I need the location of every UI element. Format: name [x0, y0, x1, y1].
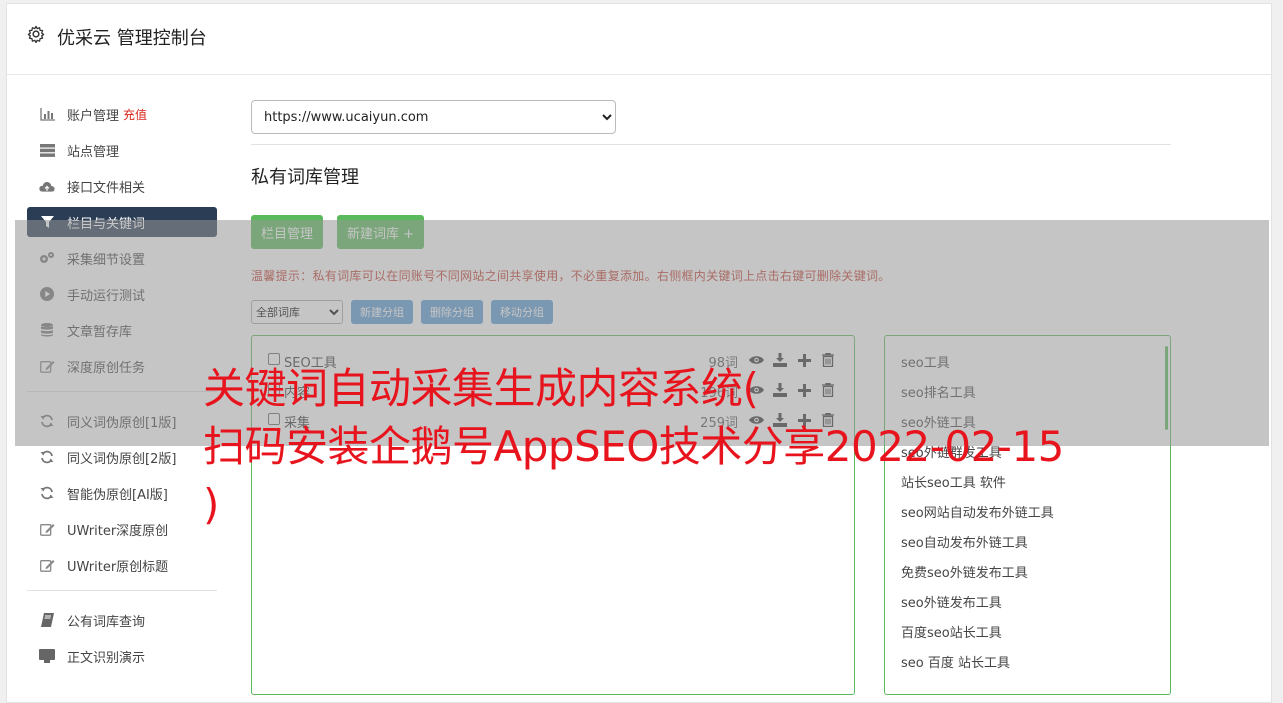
- sidebar-item-label: 公有词库查询: [67, 614, 146, 630]
- sidebar-item-collect-settings[interactable]: 采集细节设置: [27, 243, 217, 273]
- new-lexicon-button[interactable]: 新建词库 +: [337, 215, 425, 249]
- sidebar-item-label: 站点管理: [67, 144, 120, 160]
- sidebar-item-label: 同义词伪原创[1版]: [67, 415, 177, 431]
- refresh-icon: [39, 449, 55, 465]
- edit-icon: [39, 557, 55, 573]
- page-title: 私有词库管理: [251, 167, 359, 188]
- sidebar-item-label: 采集细节设置: [67, 252, 146, 268]
- keyword-item[interactable]: seo 百度 站长工具: [885, 646, 1170, 676]
- tip-text: 温馨提示：私有词库可以在同账号不同网站之间共享使用，不必重复添加。右侧框内关键词…: [251, 269, 891, 283]
- lexicon-filter-select[interactable]: 全部词库: [251, 300, 343, 324]
- move-group-button[interactable]: 移动分组: [491, 300, 553, 324]
- new-group-button[interactable]: 新建分组: [351, 300, 413, 324]
- keyword-item[interactable]: seo外链发布工具: [885, 586, 1170, 616]
- group-toolbar: 全部词库 新建分组 删除分组 移动分组: [251, 300, 1171, 324]
- sidebar-item-interface-files[interactable]: 接口文件相关: [27, 171, 217, 201]
- sidebar-item-label: 手动运行测试: [67, 288, 146, 304]
- sidebar-divider: [27, 391, 217, 392]
- sidebar-item-manual-run[interactable]: 手动运行测试: [27, 279, 217, 309]
- sidebar-item-label: 深度原创任务: [67, 360, 146, 376]
- sidebar-divider: [27, 590, 217, 591]
- server-icon: [39, 142, 55, 158]
- main-content: https://www.ucaiyun.com 私有词库管理 栏目管理 新建词库…: [251, 100, 1171, 695]
- divider: [251, 144, 1171, 145]
- gears-icon: [39, 250, 55, 266]
- sidebar-item-label: 文章暂存库: [67, 324, 133, 340]
- console-window: 优采云 管理控制台 账户管理 充值 站点管理 接口文件相关 栏目与关键词 采集细…: [6, 3, 1272, 703]
- sidebar-item-synonym-v1[interactable]: 同义词伪原创[1版]: [27, 406, 217, 436]
- filter-icon: [39, 214, 55, 230]
- overlay-caption: 关键词自动采集生成内容系统( 扫码安装企鹅号AppSEO技术分享2022-02-…: [203, 360, 1064, 534]
- sidebar-item-columns-keywords[interactable]: 栏目与关键词: [27, 207, 217, 237]
- columns-manage-button[interactable]: 栏目管理: [251, 215, 324, 249]
- sidebar-item-deep-original[interactable]: 深度原创任务: [27, 351, 217, 381]
- sidebar-item-label: UWriter原创标题: [67, 559, 169, 575]
- sidebar-item-label: 智能伪原创[AI版]: [67, 487, 168, 503]
- refresh-icon: [39, 413, 55, 429]
- caption-line-3: ): [203, 480, 219, 529]
- scrollbar[interactable]: [1165, 346, 1168, 430]
- sidebar-item-label: 同义词伪原创[2版]: [67, 451, 177, 467]
- caption-line-1: 关键词自动采集生成内容系统(: [203, 364, 759, 413]
- edit-icon: [39, 521, 55, 537]
- sidebar: 账户管理 充值 站点管理 接口文件相关 栏目与关键词 采集细节设置 手动运行测试…: [27, 99, 217, 677]
- keyword-item[interactable]: 免费seo外链发布工具: [885, 556, 1170, 586]
- database-icon: [39, 322, 55, 338]
- sidebar-item-article-storage[interactable]: 文章暂存库: [27, 315, 217, 345]
- play-circle-icon: [39, 286, 55, 302]
- monitor-icon: [39, 648, 55, 664]
- recharge-link[interactable]: 充值: [123, 106, 147, 123]
- sidebar-item-synonym-v2[interactable]: 同义词伪原创[2版]: [27, 442, 217, 472]
- app-title: 优采云 管理控制台: [57, 28, 207, 49]
- site-select[interactable]: https://www.ucaiyun.com: [251, 100, 616, 134]
- gear-icon: [27, 25, 45, 43]
- sidebar-item-label: UWriter深度原创: [67, 523, 169, 539]
- sidebar-item-public-lexicon[interactable]: 公有词库查询: [27, 605, 217, 635]
- book-icon: [39, 612, 55, 628]
- delete-group-button[interactable]: 删除分组: [421, 300, 483, 324]
- sidebar-item-label: 栏目与关键词: [67, 216, 146, 232]
- keyword-item[interactable]: 百度seo站长工具: [885, 616, 1170, 646]
- sidebar-item-uwriter-original[interactable]: UWriter深度原创: [27, 514, 217, 544]
- sidebar-item-account[interactable]: 账户管理 充值: [27, 99, 217, 129]
- bar-chart-icon: [39, 106, 55, 122]
- sidebar-item-label: 账户管理: [67, 108, 120, 124]
- sidebar-item-ai-rewrite[interactable]: 智能伪原创[AI版]: [27, 478, 217, 508]
- cloud-upload-icon: [39, 178, 55, 194]
- refresh-icon: [39, 485, 55, 501]
- sidebar-item-uwriter-title[interactable]: UWriter原创标题: [27, 550, 217, 580]
- sidebar-item-label: 接口文件相关: [67, 180, 146, 196]
- top-bar: 优采云 管理控制台: [7, 4, 1271, 75]
- edit-icon: [39, 358, 55, 374]
- caption-line-2: 扫码安装企鹅号AppSEO技术分享2022-02-15: [203, 422, 1064, 471]
- action-buttons: 栏目管理 新建词库 +: [251, 215, 1171, 249]
- sidebar-item-sites[interactable]: 站点管理: [27, 135, 217, 165]
- sidebar-item-label: 正文识别演示: [67, 650, 146, 666]
